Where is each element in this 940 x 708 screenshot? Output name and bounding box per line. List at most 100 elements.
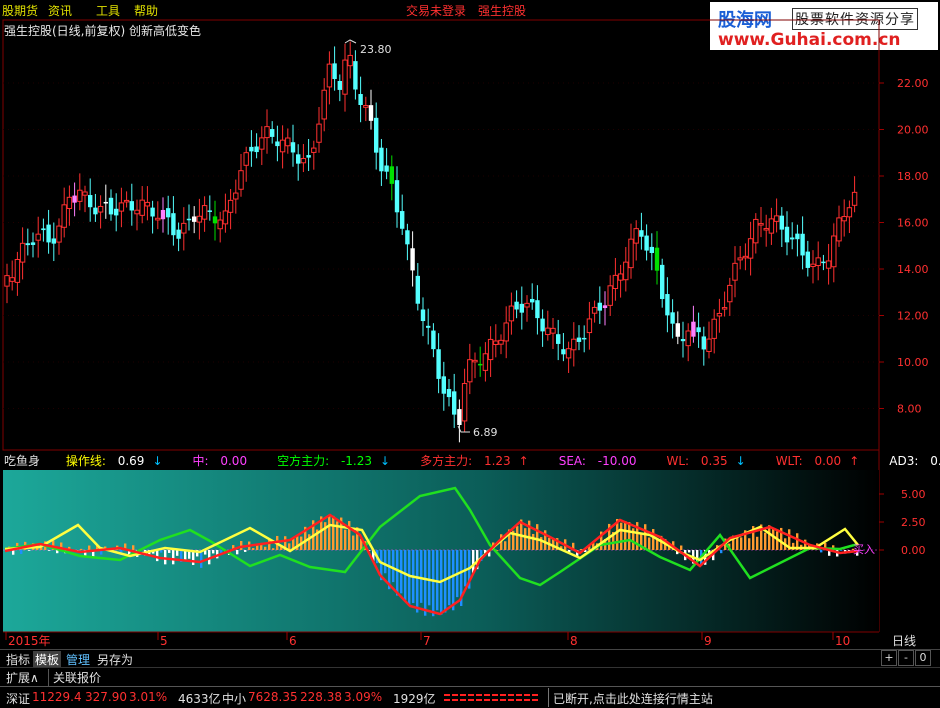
candle-body[interactable] (582, 337, 587, 340)
candle-body[interactable] (160, 209, 166, 220)
candle-body-up[interactable] (815, 257, 821, 267)
candle-body[interactable] (41, 228, 46, 231)
candle-body-up[interactable] (846, 207, 853, 218)
candle-body-up[interactable] (35, 233, 41, 241)
candle-body-up[interactable] (768, 218, 775, 234)
candle-body[interactable] (306, 155, 311, 158)
candlesticks[interactable] (4, 41, 858, 443)
candle-body-up[interactable] (706, 338, 712, 352)
candle-body-up[interactable] (201, 205, 208, 220)
candle-body-up[interactable] (222, 210, 229, 225)
candle-body[interactable] (88, 195, 93, 208)
candle-body-up[interactable] (97, 205, 104, 213)
candle-body[interactable] (290, 142, 296, 153)
candle-body[interactable] (535, 300, 540, 319)
candle-body[interactable] (602, 305, 608, 309)
candle-body[interactable] (384, 165, 389, 172)
candle-body[interactable] (441, 376, 446, 394)
candle-body[interactable] (72, 195, 77, 203)
candle-body-up[interactable] (503, 322, 509, 342)
index1-name[interactable]: 深证 (6, 690, 30, 707)
candle-body-up[interactable] (363, 105, 369, 108)
candle-body-up[interactable] (472, 359, 478, 363)
candle-body-up[interactable] (181, 222, 187, 234)
candle-body[interactable] (691, 321, 696, 337)
candle-body[interactable] (46, 224, 51, 243)
candle-body-up[interactable] (134, 209, 140, 215)
candle-body-up[interactable] (461, 383, 468, 422)
indicator-name[interactable]: 吃鱼身 (4, 454, 40, 468)
candle-body-up[interactable] (196, 215, 203, 223)
candle-body-up[interactable] (498, 339, 504, 345)
candle-body-up[interactable] (586, 318, 593, 334)
candle-body[interactable] (649, 246, 654, 254)
candle-body-up[interactable] (259, 137, 265, 150)
candle-body-up[interactable] (482, 353, 489, 371)
candle-body-up[interactable] (82, 191, 88, 196)
candle-body-up[interactable] (4, 275, 10, 287)
candle-body-up[interactable] (264, 126, 270, 139)
candle-body-up[interactable] (493, 340, 499, 346)
candle-body-up[interactable] (316, 123, 322, 143)
candle-body[interactable] (368, 105, 374, 121)
candle-body-up[interactable] (716, 312, 723, 317)
zoom-in-button[interactable]: + (881, 650, 897, 666)
candle-body[interactable] (519, 303, 524, 313)
candle-body[interactable] (374, 117, 379, 153)
candle-body[interactable] (446, 389, 452, 398)
candle-body[interactable] (212, 216, 218, 224)
candle-body-up[interactable] (685, 330, 691, 347)
candle-body[interactable] (129, 201, 134, 211)
candle-body-up[interactable] (737, 257, 743, 261)
candle-body[interactable] (426, 325, 431, 328)
candle-body[interactable] (337, 81, 342, 90)
candle-body-up[interactable] (617, 273, 624, 281)
candle-body[interactable] (93, 207, 98, 215)
candle-body[interactable] (478, 363, 483, 366)
zoom-out-button[interactable]: - (898, 650, 914, 666)
candle-body-up[interactable] (56, 225, 62, 243)
candle-body[interactable] (670, 312, 675, 324)
candle-body[interactable] (457, 409, 462, 426)
candle-body[interactable] (166, 208, 171, 218)
candle-body[interactable] (176, 229, 181, 239)
candle-body[interactable] (660, 264, 665, 300)
candle-body[interactable] (25, 243, 30, 246)
candle-body-up[interactable] (633, 228, 639, 244)
candle-body-up[interactable] (851, 191, 858, 206)
candle-body-up[interactable] (155, 217, 161, 221)
candle-body[interactable] (379, 147, 384, 172)
candle-body[interactable] (644, 235, 649, 251)
candle-body-up[interactable] (721, 307, 728, 310)
candle-body-up[interactable] (727, 284, 733, 303)
candle-body[interactable] (171, 213, 176, 236)
candle-body-up[interactable] (227, 199, 234, 213)
candle-body-up[interactable] (565, 348, 572, 359)
candle-body-up[interactable] (139, 199, 145, 216)
candle-body[interactable] (51, 238, 56, 244)
candle-body[interactable] (30, 242, 36, 245)
candle-body-up[interactable] (524, 302, 530, 308)
candle-body-up[interactable] (508, 305, 515, 322)
candle-body[interactable] (436, 349, 441, 379)
candle-body-up[interactable] (763, 228, 769, 231)
candle-body-up[interactable] (773, 215, 780, 222)
candle-body-up[interactable] (326, 63, 333, 88)
candle-body[interactable] (114, 208, 119, 216)
candle-body[interactable] (405, 230, 410, 245)
candle-body[interactable] (103, 201, 108, 204)
candle-body-up[interactable] (61, 204, 67, 228)
candle-body[interactable] (779, 215, 784, 230)
candle-body[interactable] (353, 61, 358, 90)
candle-body[interactable] (795, 233, 800, 240)
candle-body[interactable] (514, 301, 519, 310)
candle-body-up[interactable] (467, 359, 473, 383)
candle-body-up[interactable] (123, 199, 130, 203)
candle-body-up[interactable] (612, 274, 619, 290)
candle-body[interactable] (420, 309, 426, 322)
candle-body[interactable] (800, 233, 805, 256)
candle-body-up[interactable] (732, 262, 738, 281)
candle-body-up[interactable] (233, 192, 239, 200)
candle-body[interactable] (358, 94, 363, 105)
candle-body[interactable] (639, 230, 644, 237)
